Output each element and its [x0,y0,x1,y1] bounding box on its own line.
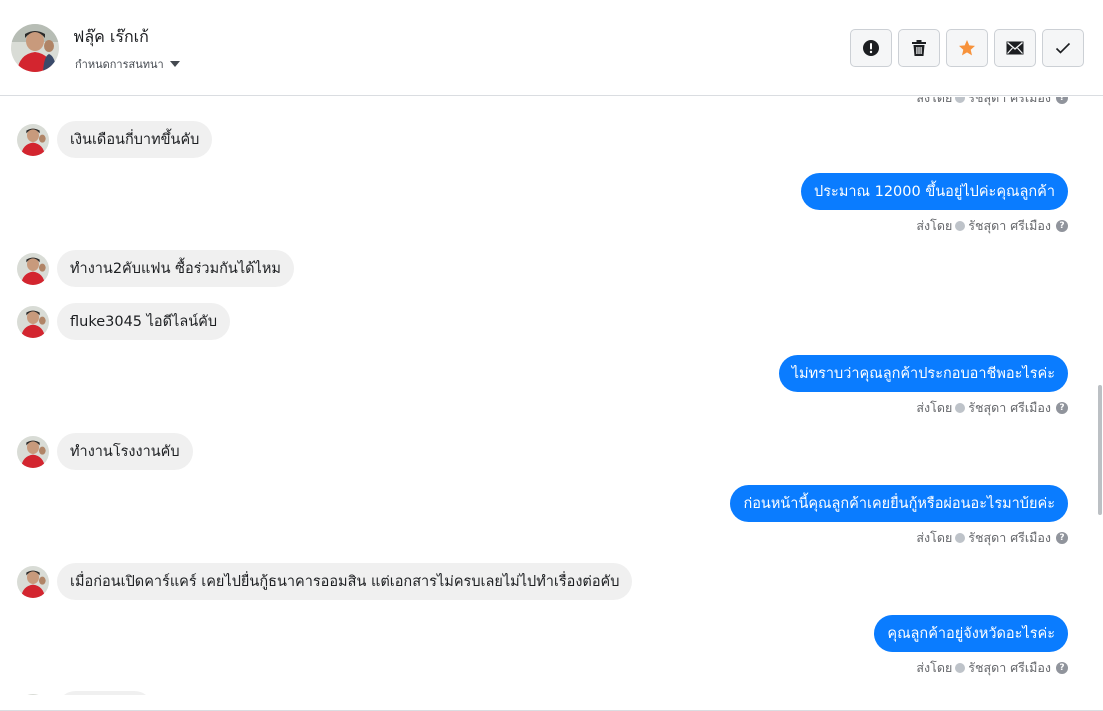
caret-down-icon [169,61,180,67]
message-sent-by: ส่งโดย รัชสุดา ศรีเมือง ? [916,97,1068,108]
sent-check-icon [955,663,966,673]
sent-by-prefix: ส่งโดย [916,660,953,675]
sent-check-icon [955,533,966,543]
sent-by-prefix: ส่งโดย [916,97,953,105]
sent-by-prefix: ส่งโดย [916,218,953,233]
exclamation-icon [863,40,879,56]
agent-name: รัชสุดา ศรีเมือง [968,530,1051,545]
conversation-settings-dropdown[interactable]: กำหนดการสนทนา [75,55,180,73]
star-button[interactable] [946,29,988,67]
mark-done-button[interactable] [1042,29,1084,67]
message-bubble[interactable]: fluke3045 ไอดีไลน์คับ [57,303,231,340]
contact-avatar-small [17,123,49,156]
contact-avatar-small [17,252,49,285]
incoming-message-partial [17,691,153,695]
mark-unread-button[interactable] [994,29,1036,67]
incoming-message: เมื่อก่อนเปิดคาร์แคร์ เคยไปยื่นกู้ธนาคาร… [17,563,633,600]
agent-name: รัชสุดา ศรีเมือง [968,400,1051,415]
help-icon[interactable]: ? [1056,402,1068,414]
contact-name: ฟลุ๊ค เร๊กเก้ [73,27,149,46]
sent-check-icon [955,97,966,103]
message-bubble[interactable]: คุณลูกค้าอยู่จังหวัดอะไรค่ะ [874,615,1068,652]
message-bubble[interactable]: ทำงานโรงงานคับ [57,433,193,470]
help-icon[interactable]: ? [1056,220,1068,232]
delete-button[interactable] [898,29,940,67]
conversation-toolbar [850,29,1084,67]
contact-avatar-small [17,305,49,338]
sent-by-prefix: ส่งโดย [916,530,953,545]
outgoing-message: ประมาณ 12000 ขึ้นอยู่ไปค่ะคุณลูกค้า [801,173,1068,210]
help-icon[interactable]: ? [1056,662,1068,674]
agent-name: รัชสุดา ศรีเมือง [968,218,1051,233]
conversation-header: ฟลุ๊ค เร๊กเก้ กำหนดการสนทนา [0,0,1103,96]
agent-name: รัชสุดา ศรีเมือง [968,97,1051,105]
message-bubble[interactable]: ไม่ทราบว่าคุณลูกค้าประกอบอาชีพอะไรค่ะ [778,355,1068,392]
sent-check-icon [955,403,966,413]
help-icon[interactable]: ? [1056,97,1068,104]
message-sent-by: ส่งโดย รัชสุดา ศรีเมือง ? [916,398,1068,418]
message-bubble[interactable]: เงินเดือนกี่บาทขึ้นคับ [57,121,213,158]
message-bubble[interactable]: ก่อนหน้านี้คุณลูกค้าเคยยื่นกู้หรือผ่อนอะ… [730,485,1068,522]
incoming-message: ทำงานโรงงานคับ [17,433,193,470]
outgoing-message: ก่อนหน้านี้คุณลูกค้าเคยยื่นกู้หรือผ่อนอะ… [730,485,1068,522]
incoming-message: fluke3045 ไอดีไลน์คับ [17,303,231,340]
star-icon [959,40,975,56]
outgoing-message: ไม่ทราบว่าคุณลูกค้าประกอบอาชีพอะไรค่ะ [778,355,1068,392]
contact-avatar[interactable] [11,24,59,72]
contact-avatar-small [17,435,49,468]
message-bubble[interactable]: ประมาณ 12000 ขึ้นอยู่ไปค่ะคุณลูกค้า [801,173,1068,210]
sent-check-icon [955,221,966,231]
message-sent-by: ส่งโดย รัชสุดา ศรีเมือง ? [916,658,1068,678]
checkmark-icon [1055,42,1071,54]
envelope-icon [1006,41,1024,55]
agent-name: รัชสุดา ศรีเมือง [968,660,1051,675]
message-thread[interactable]: ส่งโดย รัชสุดา ศรีเมือง ? เงินเดือนกี่บา… [0,97,1103,695]
message-bubble[interactable] [57,691,153,695]
message-sent-by: ส่งโดย รัชสุดา ศรีเมือง ? [916,216,1068,236]
conversation-settings-label: กำหนดการสนทนา [75,58,164,71]
incoming-message: เงินเดือนกี่บาทขึ้นคับ [17,121,213,158]
incoming-message: ทำงาน2คับแฟน ซื้อร่วมกันได้ไหม [17,250,294,287]
contact-avatar-small [17,693,49,695]
trash-icon [912,40,926,56]
mark-spam-button[interactable] [850,29,892,67]
message-sent-by: ส่งโดย รัชสุดา ศรีเมือง ? [916,528,1068,548]
thread-scrollbar[interactable] [1098,385,1102,515]
outgoing-message: คุณลูกค้าอยู่จังหวัดอะไรค่ะ [874,615,1068,652]
help-icon[interactable]: ? [1056,532,1068,544]
message-bubble[interactable]: ทำงาน2คับแฟน ซื้อร่วมกันได้ไหม [57,250,294,287]
sent-by-prefix: ส่งโดย [916,400,953,415]
contact-avatar-small [17,565,49,598]
message-bubble[interactable]: เมื่อก่อนเปิดคาร์แคร์ เคยไปยื่นกู้ธนาคาร… [57,563,633,600]
